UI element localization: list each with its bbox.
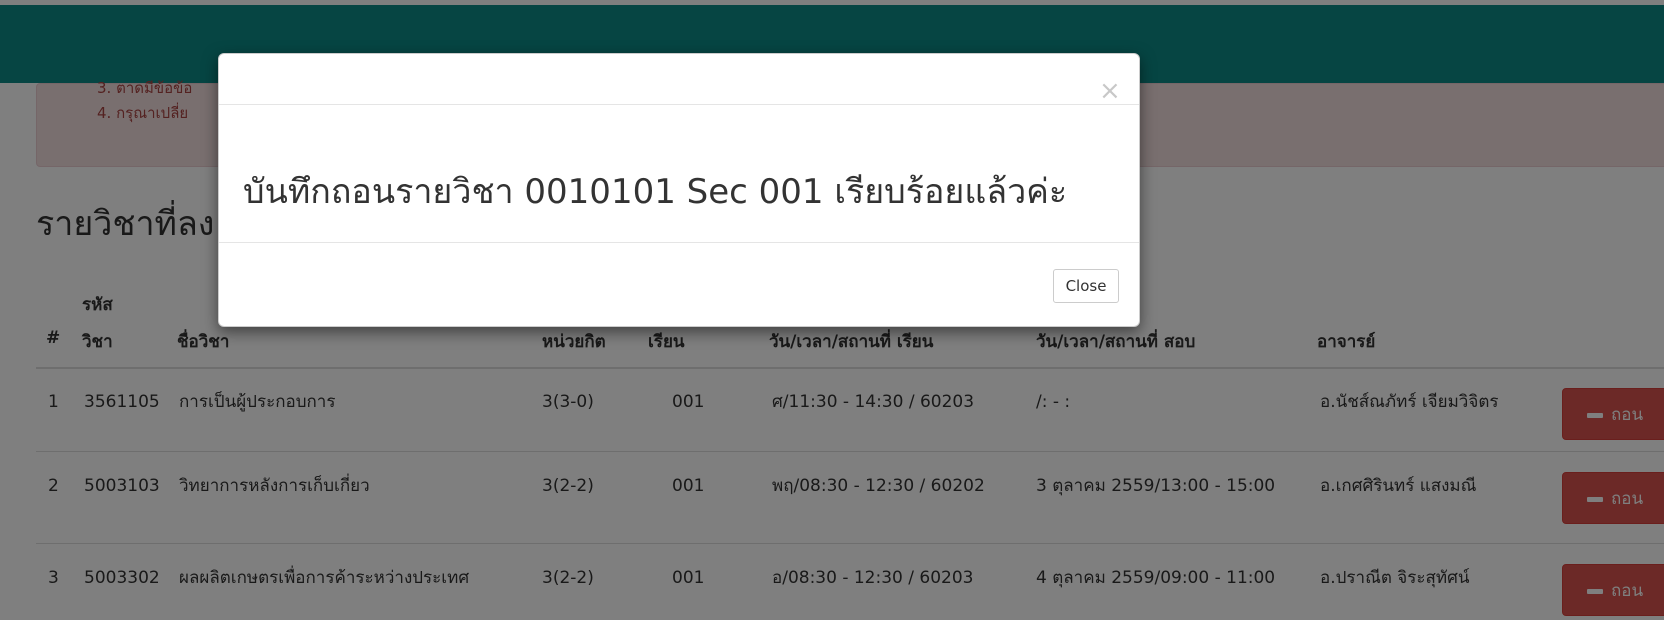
close-icon[interactable]: × — [1099, 78, 1121, 104]
modal-footer: Close — [219, 242, 1139, 327]
close-button[interactable]: Close — [1053, 269, 1119, 303]
confirmation-modal: × บันทึกถอนรายวิชา 0010101 Sec 001 เรียบ… — [218, 53, 1140, 327]
modal-header: × — [219, 54, 1139, 105]
modal-message: บันทึกถอนรายวิชา 0010101 Sec 001 เรียบร้… — [243, 172, 1068, 212]
